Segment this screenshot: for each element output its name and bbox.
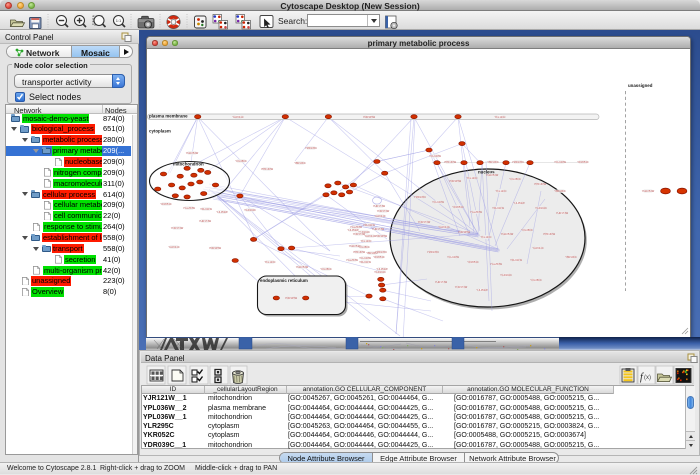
- svg-text:YDR345W: YDR345W: [449, 179, 462, 183]
- svg-text:YJL052W: YJL052W: [216, 210, 228, 214]
- svg-text:YJL052W: YJL052W: [476, 288, 488, 292]
- svg-text:YGR254W: YGR254W: [642, 189, 655, 193]
- svg-text:YLR044C: YLR044C: [532, 246, 543, 250]
- svg-text:cytoplasm: cytoplasm: [149, 129, 171, 134]
- svg-text:YGR254W: YGR254W: [186, 151, 199, 155]
- svg-text:YMR105C: YMR105C: [375, 250, 387, 254]
- svg-text:YOR374W: YOR374W: [418, 220, 431, 224]
- svg-text:YKL120C: YKL120C: [480, 235, 491, 239]
- svg-text:YCL040W: YCL040W: [429, 154, 441, 158]
- svg-text:YOL086C: YOL086C: [530, 278, 542, 282]
- svg-text:YOR374W: YOR374W: [455, 285, 468, 289]
- svg-text:plasma membrane: plasma membrane: [149, 113, 188, 118]
- svg-text:YOL086C: YOL086C: [358, 245, 370, 249]
- svg-text:YGR254W: YGR254W: [296, 265, 309, 269]
- svg-text:YBR196C: YBR196C: [554, 189, 566, 193]
- svg-text:YBR196C: YBR196C: [565, 255, 577, 259]
- svg-text:YFR053C: YFR053C: [467, 260, 479, 264]
- svg-text:YGR192C: YGR192C: [374, 270, 386, 274]
- svg-text:YLR044C: YLR044C: [438, 225, 449, 229]
- svg-text:YPR160W: YPR160W: [543, 232, 556, 236]
- svg-text:YDR345W: YDR345W: [209, 246, 222, 250]
- svg-text:YOL086C: YOL086C: [235, 159, 247, 163]
- svg-text:YHR174W: YHR174W: [199, 219, 212, 223]
- svg-text:YOL086C: YOL086C: [509, 177, 521, 181]
- svg-text:YPR160W: YPR160W: [261, 167, 274, 171]
- svg-text:YJL052W: YJL052W: [513, 201, 525, 205]
- svg-text:endoplasmic reticulum: endoplasmic reticulum: [260, 278, 308, 283]
- svg-text:YFR053C: YFR053C: [160, 202, 172, 206]
- svg-text:YHR174W: YHR174W: [373, 204, 386, 208]
- svg-text:YMR105C: YMR105C: [305, 146, 317, 150]
- svg-text:YCL040W: YCL040W: [447, 255, 459, 259]
- svg-text:YFR053C: YFR053C: [452, 205, 464, 209]
- svg-text:YCL040W: YCL040W: [432, 200, 444, 204]
- svg-text:YCL040W: YCL040W: [554, 160, 566, 164]
- svg-text:YFR053C: YFR053C: [373, 255, 385, 259]
- svg-text:YDL021W: YDL021W: [492, 206, 504, 210]
- svg-text:mitochondrion: mitochondrion: [173, 162, 204, 167]
- svg-text:YLR044C: YLR044C: [374, 214, 385, 218]
- svg-text:YGR254W: YGR254W: [486, 173, 499, 177]
- svg-text:YPR160W: YPR160W: [534, 182, 547, 186]
- svg-text:(x): (x): [644, 375, 651, 381]
- svg-text:YGR192C: YGR192C: [244, 208, 256, 212]
- svg-text:YBR196C: YBR196C: [487, 160, 499, 164]
- svg-text:YDL021W: YDL021W: [200, 207, 212, 211]
- svg-text:YGL253W: YGL253W: [490, 262, 503, 266]
- svg-text:YDR345W: YDR345W: [285, 296, 298, 300]
- svg-text:YKL120C: YKL120C: [495, 189, 506, 193]
- svg-text:YPR160W: YPR160W: [444, 160, 457, 164]
- svg-text:YDL021W: YDL021W: [363, 223, 375, 227]
- svg-text:YMR105C: YMR105C: [414, 195, 426, 199]
- svg-text:YGR192C: YGR192C: [535, 206, 547, 210]
- svg-text:YFR053C: YFR053C: [577, 160, 589, 164]
- svg-text:YKL120C: YKL120C: [360, 239, 371, 243]
- svg-text:YGL253W: YGL253W: [470, 210, 483, 214]
- svg-text:YPR160W: YPR160W: [353, 250, 366, 254]
- svg-text:YOR374W: YOR374W: [377, 209, 390, 213]
- svg-text:YBR196C: YBR196C: [294, 161, 306, 165]
- svg-text:YKL120C: YKL120C: [466, 176, 477, 180]
- svg-text:YKL120C: YKL120C: [494, 115, 505, 119]
- svg-text:YKL120C: YKL120C: [264, 260, 275, 264]
- svg-text:YDL021W: YDL021W: [359, 260, 371, 264]
- svg-text:YLR044C: YLR044C: [232, 115, 243, 119]
- svg-text:YOR374W: YOR374W: [171, 226, 184, 230]
- svg-text:YGR192C: YGR192C: [500, 273, 512, 277]
- svg-text:YLR044C: YLR044C: [168, 245, 179, 249]
- svg-text:YDL021W: YDL021W: [510, 258, 522, 262]
- svg-text:YGR254W: YGR254W: [501, 232, 514, 236]
- svg-text:YGL253W: YGL253W: [183, 206, 196, 210]
- svg-text:YHR174W: YHR174W: [435, 280, 448, 284]
- svg-text:YHR174W: YHR174W: [372, 227, 385, 231]
- svg-text:YGL253W: YGL253W: [346, 258, 359, 262]
- svg-text:YDR345W: YDR345W: [363, 115, 376, 119]
- svg-text:YOL086C: YOL086C: [521, 228, 533, 232]
- svg-text:YDR345W: YDR345W: [458, 230, 471, 234]
- svg-text:YOL086C: YOL086C: [320, 267, 332, 271]
- svg-text:YCL040W: YCL040W: [359, 256, 371, 260]
- svg-text:unassigned: unassigned: [628, 83, 653, 88]
- svg-text:YMR105C: YMR105C: [427, 250, 439, 254]
- svg-text:YMR105C: YMR105C: [512, 160, 524, 164]
- svg-text:YHR174W: YHR174W: [556, 211, 569, 215]
- svg-text:YDR345W: YDR345W: [375, 234, 388, 238]
